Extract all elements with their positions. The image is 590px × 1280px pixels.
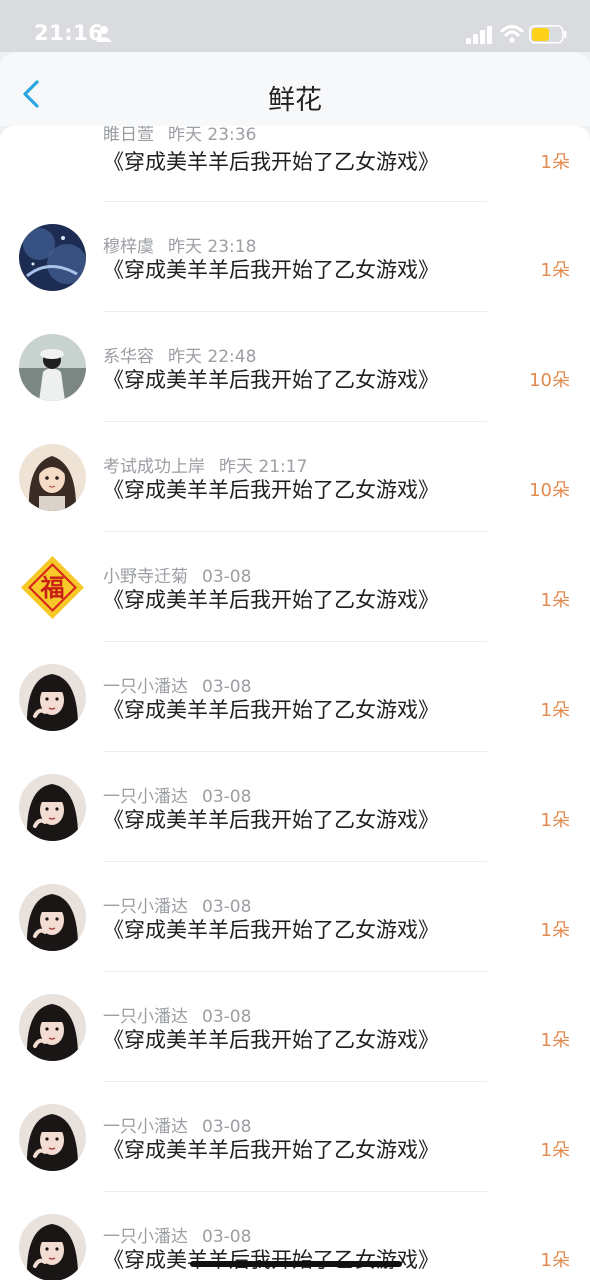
avatar[interactable] — [19, 664, 86, 731]
list-item[interactable]: 一只小潘达 03-08 《穿成美羊羊后我开始了乙女游戏》 1朵 — [0, 642, 590, 752]
list-item[interactable]: 系华容 昨天 22:48 《穿成美羊羊后我开始了乙女游戏》 10朵 — [0, 312, 590, 422]
person-icon — [96, 26, 112, 42]
item-time: 昨天 23:36 — [168, 126, 257, 145]
page-title: 鲜花 — [268, 85, 322, 116]
book-title: 《穿成美羊羊后我开始了乙女游戏》 — [103, 1248, 439, 1272]
flower-list: 睢日萱 昨天 23:36 《穿成美羊羊后我开始了乙女游戏》 1朵 穆梓虞 昨天 23… — [0, 126, 590, 1280]
flower-count: 1朵 — [540, 590, 570, 611]
flower-count: 1朵 — [540, 920, 570, 941]
cellular-signal-icon — [466, 26, 492, 44]
avatar[interactable] — [19, 884, 86, 951]
flower-count: 1朵 — [540, 152, 570, 173]
svg-text:福: 福 — [40, 573, 65, 602]
user-name: 睢日萱 — [103, 126, 154, 145]
flower-count: 1朵 — [540, 1250, 570, 1271]
wifi-icon — [500, 25, 524, 43]
flower-count: 10朵 — [529, 480, 570, 501]
flower-count: 10朵 — [529, 370, 570, 391]
book-title: 《穿成美羊羊后我开始了乙女游戏》 — [103, 150, 439, 174]
list-item[interactable]: 穆梓虞 昨天 23:18 《穿成美羊羊后我开始了乙女游戏》 1朵 — [0, 202, 590, 312]
avatar[interactable] — [19, 774, 86, 841]
flower-count: 1朵 — [540, 260, 570, 281]
book-title: 《穿成美羊羊后我开始了乙女游戏》 — [103, 808, 439, 832]
avatar[interactable] — [19, 1214, 86, 1280]
book-title: 《穿成美羊羊后我开始了乙女游戏》 — [103, 1028, 439, 1052]
avatar[interactable] — [19, 444, 86, 511]
status-bar: 21:16 — [0, 0, 590, 52]
book-title: 《穿成美羊羊后我开始了乙女游戏》 — [103, 258, 439, 282]
book-title: 《穿成美羊羊后我开始了乙女游戏》 — [103, 478, 439, 502]
home-indicator[interactable] — [190, 1261, 402, 1267]
list-item[interactable]: 一只小潘达 03-08 《穿成美羊羊后我开始了乙女游戏》 1朵 — [0, 972, 590, 1082]
avatar[interactable] — [19, 224, 86, 291]
flower-count: 1朵 — [540, 700, 570, 721]
book-title: 《穿成美羊羊后我开始了乙女游戏》 — [103, 698, 439, 722]
flower-count: 1朵 — [540, 1030, 570, 1051]
list-item[interactable]: 一只小潘达 03-08 《穿成美羊羊后我开始了乙女游戏》 1朵 — [0, 862, 590, 972]
list-item[interactable]: 一只小潘达 03-08 《穿成美羊羊后我开始了乙女游戏》 1朵 — [0, 752, 590, 862]
status-time: 21:16 — [34, 21, 104, 45]
flower-count: 1朵 — [540, 810, 570, 831]
nav-bar: 鲜花 — [0, 52, 590, 126]
list-item[interactable]: 福 小野寺迁菊 03-08 《穿成美羊羊后我开始了乙女游戏》 1朵 — [0, 532, 590, 642]
list-item[interactable]: 考试成功上岸 昨天 21:17 《穿成美羊羊后我开始了乙女游戏》 10朵 — [0, 422, 590, 532]
avatar[interactable] — [19, 334, 86, 401]
avatar[interactable]: 福 — [19, 554, 86, 621]
book-title: 《穿成美羊羊后我开始了乙女游戏》 — [103, 588, 439, 612]
avatar[interactable] — [19, 1104, 86, 1171]
flower-count: 1朵 — [540, 1140, 570, 1161]
battery-icon — [529, 25, 567, 44]
book-title: 《穿成美羊羊后我开始了乙女游戏》 — [103, 918, 439, 942]
avatar[interactable] — [19, 994, 86, 1061]
item-meta: 睢日萱 昨天 23:36 — [103, 126, 256, 145]
list-item[interactable]: 一只小潘达 03-08 《穿成美羊羊后我开始了乙女游戏》 1朵 — [0, 1082, 590, 1192]
book-title: 《穿成美羊羊后我开始了乙女游戏》 — [103, 1138, 439, 1162]
book-title: 《穿成美羊羊后我开始了乙女游戏》 — [103, 368, 439, 392]
